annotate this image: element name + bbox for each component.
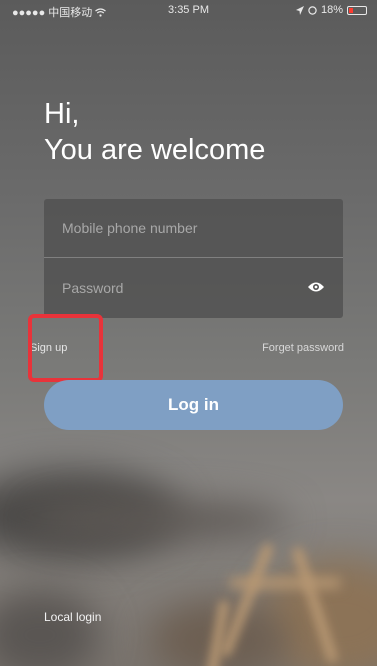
forgot-password-link[interactable]: Forget password — [262, 342, 344, 354]
login-form — [44, 199, 343, 318]
phone-field-wrapper — [44, 199, 343, 258]
login-button[interactable]: Log in — [44, 380, 343, 430]
local-login-link[interactable]: Local login — [44, 610, 101, 624]
battery-icon — [347, 5, 367, 15]
battery-percent: 18% — [320, 4, 343, 16]
alarm-icon — [308, 5, 317, 15]
greeting-line-1: Hi, — [44, 98, 80, 130]
eye-icon[interactable] — [307, 280, 325, 294]
password-field-wrapper — [44, 258, 343, 317]
location-icon — [295, 5, 304, 15]
password-input[interactable] — [44, 258, 343, 317]
greeting-line-2: You are welcome — [44, 134, 266, 166]
status-bar: ●●●●● 中国移动 3:35 PM 18% — [0, 0, 377, 20]
greeting: Hi, You are welcome — [44, 96, 265, 168]
phone-input[interactable] — [44, 199, 343, 257]
status-right: 18% — [295, 4, 367, 16]
sign-up-highlight — [28, 314, 103, 382]
